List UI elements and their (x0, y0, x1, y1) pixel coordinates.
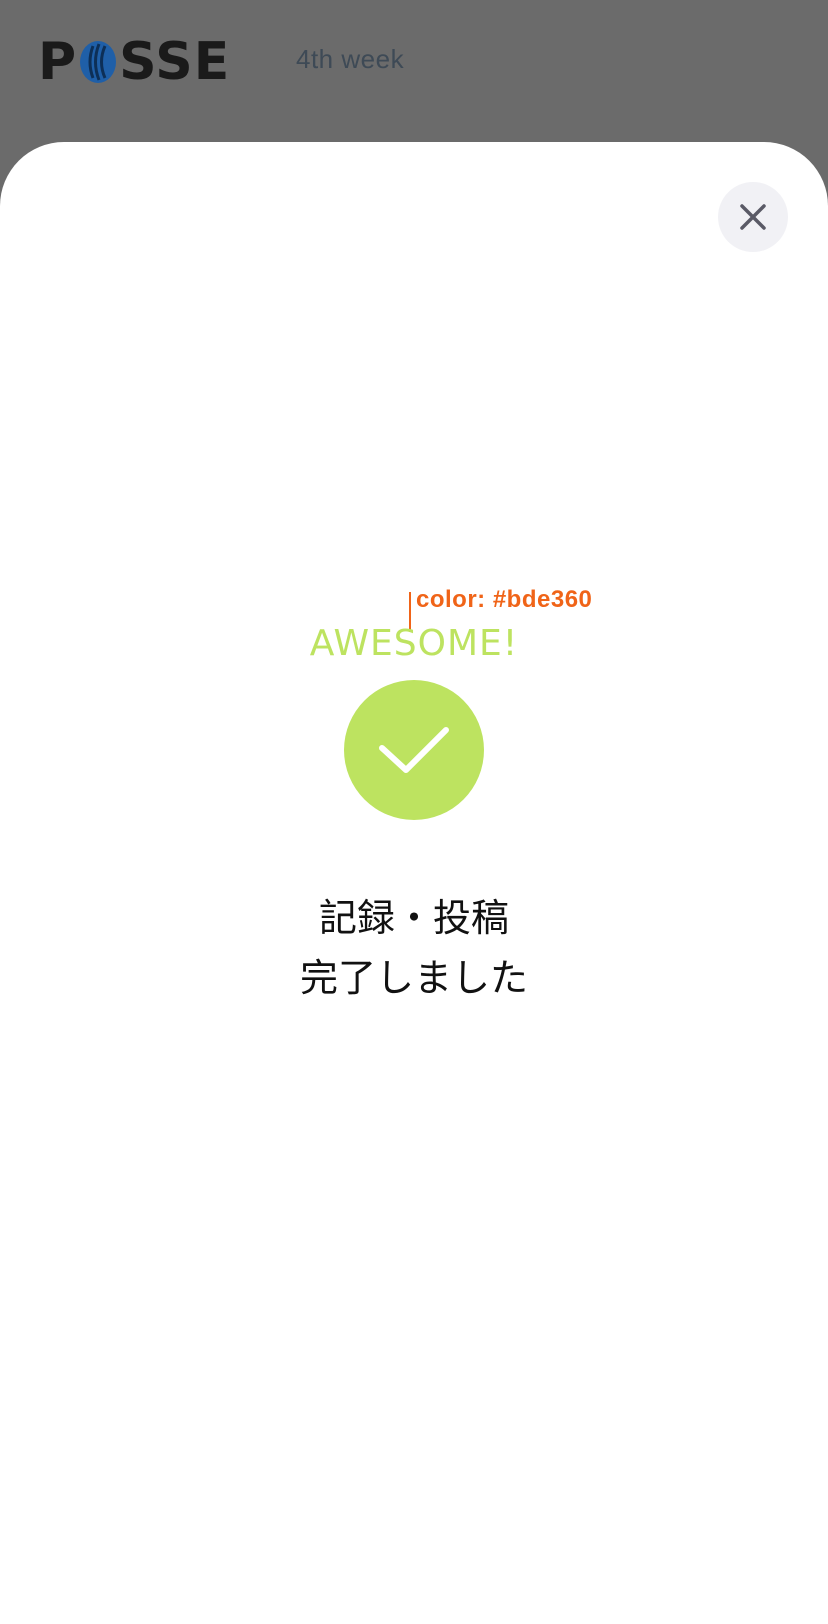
logo-o-mark-icon (80, 41, 117, 83)
logo-text-left: P (38, 32, 78, 92)
app-header: P SSE 4th week (0, 0, 828, 128)
success-badge (344, 680, 484, 820)
close-button[interactable] (718, 182, 788, 252)
close-icon (740, 204, 766, 230)
message-line-1: 記録・投稿 (318, 896, 509, 940)
posse-logo: P SSE (38, 32, 231, 92)
message-line-2: 完了しました (299, 956, 528, 1000)
awesome-heading: AWESOME! (309, 623, 519, 664)
color-annotation: color: #bde360 (416, 586, 593, 613)
completion-modal: color: #bde360 AWESOME! 記録・投稿 完了しました (0, 142, 828, 1624)
logo-text-right: SSE (119, 32, 231, 92)
week-label: 4th week (296, 44, 405, 74)
checkmark-icon (379, 727, 449, 773)
completion-message: 記録・投稿 完了しました (0, 888, 828, 1008)
